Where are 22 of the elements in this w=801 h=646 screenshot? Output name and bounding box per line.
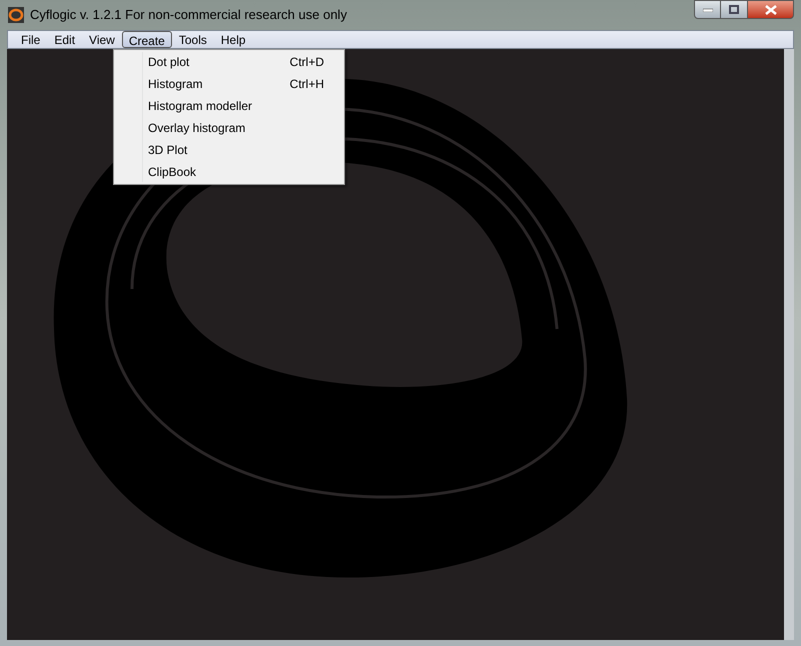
close-button[interactable] [747,0,794,19]
app-logo-icon [8,7,24,23]
shortcut-label: Ctrl+H [290,76,324,93]
shortcut-label: Ctrl+D [290,54,324,71]
menu-entry[interactable]: ClipBook [148,163,196,181]
menu-item[interactable]: Create [122,31,172,48]
menu-item[interactable]: View [82,31,122,48]
minimize-icon [702,8,712,12]
window-title: Cyflogic v. 1.2.1 For non-commercial research use only [30,6,347,24]
menu-item[interactable]: Tools [172,31,214,48]
menu-entry[interactable]: Histogram [148,75,203,93]
minimize-button[interactable] [694,0,721,19]
maximize-icon [729,5,739,14]
maximize-button[interactable] [721,0,747,19]
close-icon [764,4,776,14]
menu-entry[interactable]: Dot plot [148,53,190,71]
menu-entry[interactable]: Histogram modeller [148,97,252,115]
menu-entry[interactable]: Overlay histogram [148,119,246,137]
menu-item[interactable]: File [14,31,48,48]
menu-entry[interactable]: 3D Plot [148,141,188,159]
menu-item[interactable]: Edit [47,31,82,48]
menu-item[interactable]: Help [214,31,253,48]
